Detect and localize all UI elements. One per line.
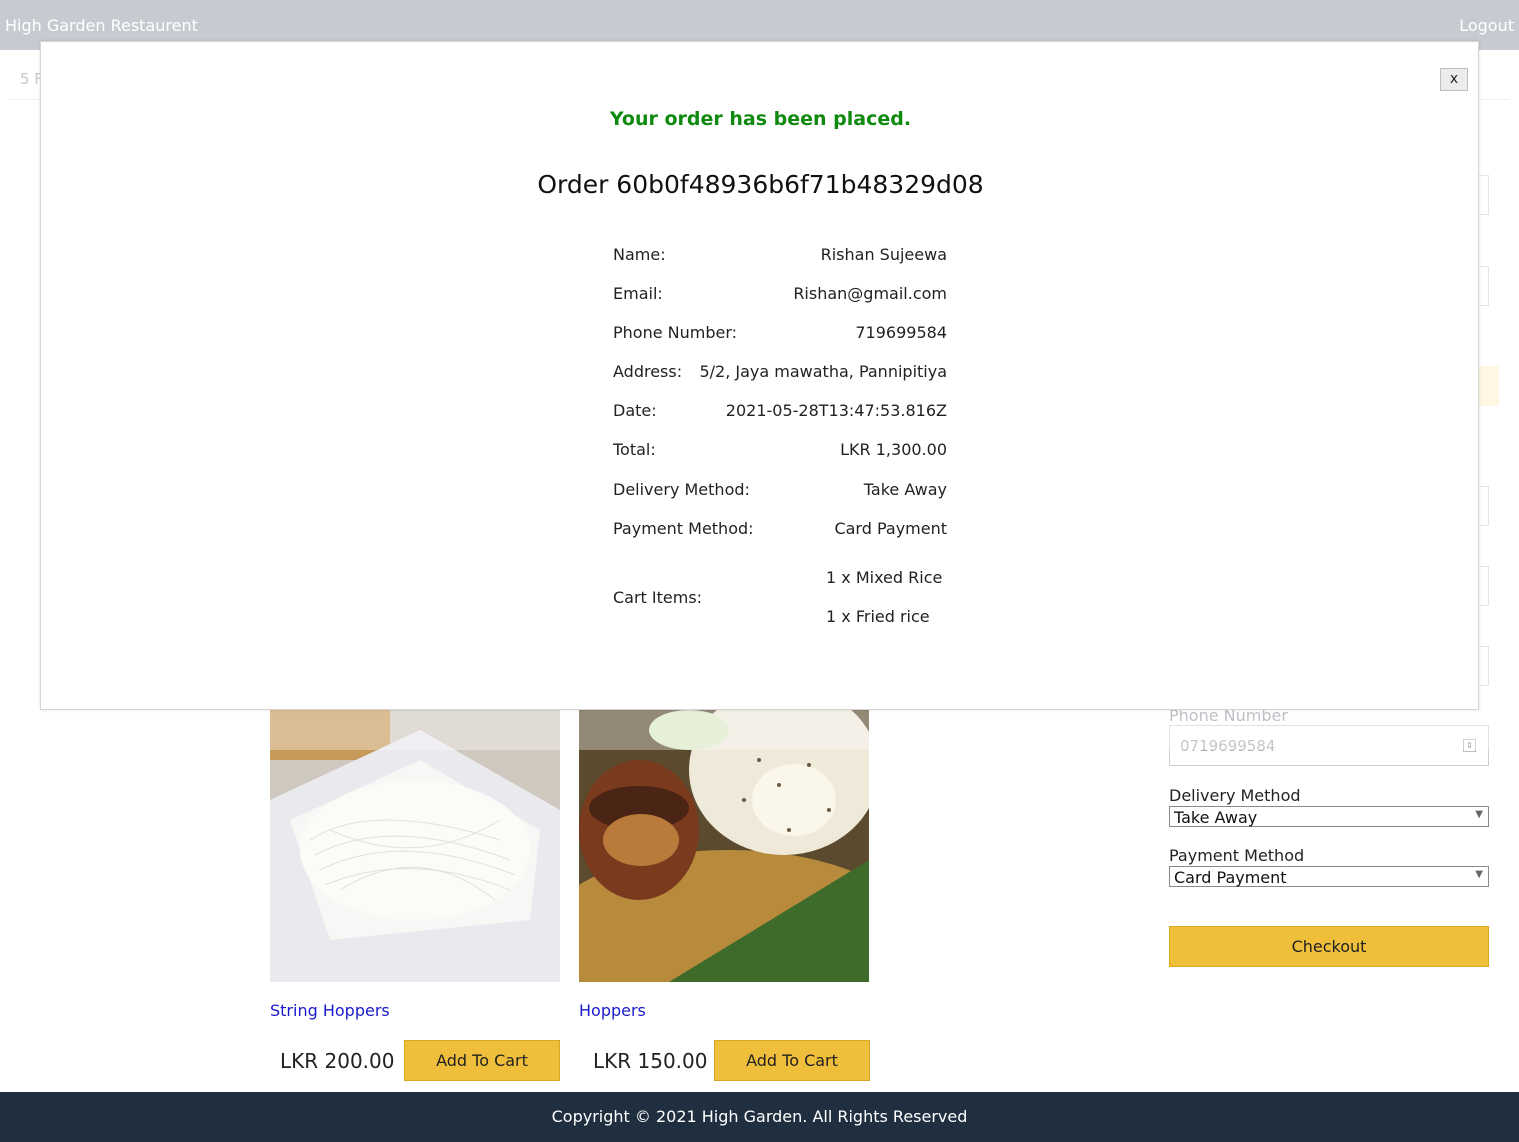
detail-value: 719699584 — [855, 323, 947, 342]
detail-value: LKR 1,300.00 — [840, 440, 947, 459]
detail-row-email: Email: Rishan@gmail.com — [613, 284, 947, 306]
detail-label: Email: — [613, 284, 663, 303]
chevron-down-icon: ▼ — [1475, 809, 1483, 820]
detail-value: 2021-05-28T13:47:53.816Z — [725, 401, 947, 420]
detail-row-address: Address: 5/2, Jaya mawatha, Pannipitiya — [613, 362, 947, 384]
detail-label: Total: — [613, 440, 656, 459]
checkout-button[interactable]: Checkout — [1169, 926, 1489, 967]
brand-title[interactable]: High Garden Restaurent — [5, 16, 198, 35]
order-confirmation-modal: x Your order has been placed. Order 60b0… — [40, 41, 1479, 710]
cart-items-label: Cart Items: — [613, 588, 703, 607]
cart-item: 1 x Fried rice — [826, 607, 930, 626]
detail-label: Payment Method: — [613, 519, 754, 538]
detail-row-phone: Phone Number: 719699584 — [613, 323, 947, 345]
product-name-link[interactable]: Hoppers — [579, 1001, 646, 1020]
product-name-link[interactable]: String Hoppers — [270, 1001, 390, 1020]
detail-row-name: Name: Rishan Sujeewa — [613, 245, 947, 267]
product-price: LKR 150.00 — [593, 1049, 708, 1073]
cart-item: 1 x Mixed Rice — [826, 568, 943, 587]
payment-method-label: Payment Method — [1169, 846, 1305, 865]
detail-label: Address: — [613, 362, 683, 381]
product-price: LKR 200.00 — [280, 1049, 395, 1073]
detail-row-delivery: Delivery Method: Take Away — [613, 480, 947, 502]
delivery-method-label: Delivery Method — [1169, 786, 1301, 805]
detail-label: Name: — [613, 245, 666, 264]
add-to-cart-button[interactable]: Add To Cart — [714, 1040, 870, 1081]
payment-method-value: Card Payment — [1174, 868, 1287, 887]
payment-method-select[interactable]: Card Payment ▼ — [1169, 866, 1489, 887]
order-title: Order 60b0f48936b6f71b48329d08 — [537, 170, 984, 199]
detail-value: Rishan@gmail.com — [793, 284, 947, 303]
close-button[interactable]: x — [1440, 68, 1468, 91]
detail-row-total: Total: LKR 1,300.00 — [613, 440, 947, 462]
detail-label: Phone Number: — [613, 323, 738, 342]
detail-row-date: Date: 2021-05-28T13:47:53.816Z — [613, 401, 947, 423]
logout-link[interactable]: Logout — [1459, 16, 1514, 35]
delivery-method-value: Take Away — [1174, 808, 1258, 827]
detail-value: 5/2, Jaya mawatha, Pannipitiya — [699, 362, 947, 381]
detail-label: Date: — [613, 401, 657, 420]
detail-label: Delivery Method: — [613, 480, 750, 499]
delivery-method-select[interactable]: Take Away ▼ — [1169, 806, 1489, 827]
detail-value: Rishan Sujeewa — [820, 245, 947, 264]
copyright-text: Copyright © 2021 High Garden. All Rights… — [551, 1107, 968, 1126]
detail-value: Card Payment — [834, 519, 947, 538]
add-to-cart-button[interactable]: Add To Cart — [404, 1040, 560, 1081]
detail-value: Take Away — [863, 480, 947, 499]
footer: Copyright © 2021 High Garden. All Rights… — [0, 1092, 1519, 1142]
detail-row-payment: Payment Method: Card Payment — [613, 519, 947, 541]
success-message: Your order has been placed. — [609, 108, 912, 130]
chevron-down-icon: ▼ — [1475, 869, 1483, 880]
